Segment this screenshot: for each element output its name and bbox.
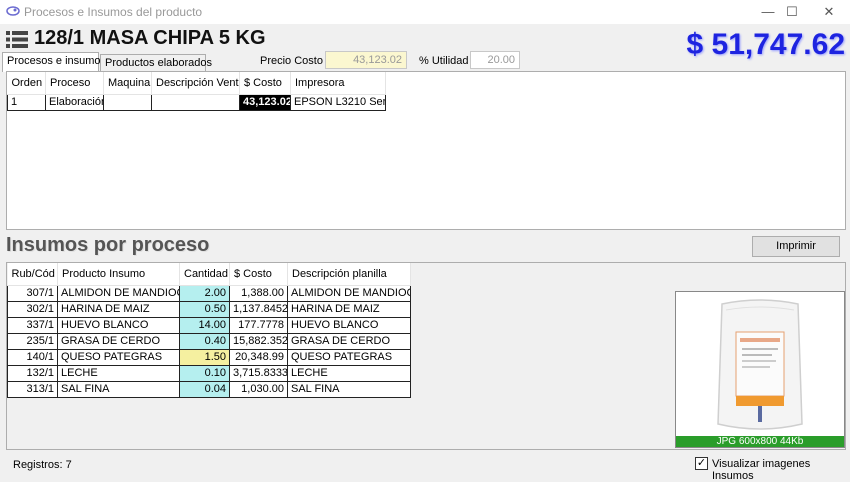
- cell-proceso[interactable]: Elaboración: [45, 93, 104, 111]
- cell-maquina[interactable]: [103, 93, 152, 111]
- cell-cantidad[interactable]: 0.40: [179, 332, 230, 350]
- cell-costo[interactable]: 1,388.00: [229, 284, 288, 302]
- cell-cantidad[interactable]: 2.00: [179, 284, 230, 302]
- insumos-header-row: Rub/Cód Producto Insumo Cantidad $ Costo…: [7, 263, 411, 286]
- table-row[interactable]: 302/1 HARINA DE MAIZ 0.50 1,137.8452 HARINA …: [7, 300, 411, 318]
- flour-bag-image: [717, 299, 803, 430]
- app-icon: [6, 6, 20, 16]
- cell-costo[interactable]: 20,348.99: [229, 348, 288, 366]
- col-producto-insumo[interactable]: Producto Insumo: [57, 263, 180, 286]
- utilidad-field[interactable]: 20.00: [470, 51, 520, 69]
- cell-descripcion-planilla[interactable]: SAL FINA: [287, 380, 411, 398]
- cell-costo[interactable]: 1,030.00: [229, 380, 288, 398]
- visualizar-imagenes-checkbox[interactable]: ✓: [695, 457, 708, 470]
- col-maquina[interactable]: Maquina: [103, 72, 152, 95]
- cell-descripcion-planilla[interactable]: ALMIDON DE MANDIOCA: [287, 284, 411, 302]
- cell-rub-cod[interactable]: 307/1: [7, 284, 58, 302]
- cell-producto-insumo[interactable]: LECHE: [57, 364, 180, 382]
- cell-costo[interactable]: 15,882.3529: [229, 332, 288, 350]
- cell-rub-cod[interactable]: 302/1: [7, 300, 58, 318]
- procesos-header-row: Orden Proceso Maquina Descripción Venta …: [7, 72, 386, 95]
- product-title: 128/1 MASA CHIPA 5 KG: [34, 27, 266, 49]
- cell-descripcion[interactable]: [151, 93, 240, 111]
- table-row[interactable]: 140/1 QUESO PATEGRAS 1.50 20,348.99 QUESO PA…: [7, 348, 411, 366]
- col-descripcion-planilla[interactable]: Descripción planilla: [287, 263, 411, 286]
- col-costo[interactable]: $ Costo: [239, 72, 291, 95]
- table-row[interactable]: 307/1 ALMIDON DE MANDIOCA 2.00 1,388.00 ALMI…: [7, 284, 411, 302]
- table-row[interactable]: 313/1 SAL FINA 0.04 1,030.00 SAL FINA: [7, 380, 411, 398]
- insumos-section-title: Insumos por proceso: [6, 234, 210, 256]
- cell-producto-insumo[interactable]: SAL FINA: [57, 380, 180, 398]
- cell-rub-cod[interactable]: 313/1: [7, 380, 58, 398]
- procesos-grid[interactable]: Orden Proceso Maquina Descripción Venta …: [6, 71, 846, 230]
- insumo-image-preview: JPG 600x800 44Kb: [675, 291, 845, 448]
- cell-producto-insumo[interactable]: HUEVO BLANCO: [57, 316, 180, 334]
- col-rub-cod[interactable]: Rub/Cód: [7, 263, 58, 286]
- sale-price-total: $ 51,747.62: [686, 28, 845, 61]
- col-impresora[interactable]: Impresora: [290, 72, 386, 95]
- cell-costo[interactable]: 1,137.8452: [229, 300, 288, 318]
- list-menu-icon[interactable]: [6, 31, 28, 48]
- cell-descripcion-planilla[interactable]: LECHE: [287, 364, 411, 382]
- table-row[interactable]: 132/1 LECHE 0.10 3,715.8333 LECHE: [7, 364, 411, 382]
- cell-costo[interactable]: 3,715.8333: [229, 364, 288, 382]
- cell-rub-cod[interactable]: 235/1: [7, 332, 58, 350]
- cell-cantidad[interactable]: 0.04: [179, 380, 230, 398]
- cell-costo[interactable]: 177.7778: [229, 316, 288, 334]
- table-row[interactable]: 235/1GRASA DE CERDO0.4015,882.3529GRASA …: [7, 332, 411, 350]
- cell-cantidad[interactable]: 0.10: [179, 364, 230, 382]
- col-orden[interactable]: Orden: [7, 72, 46, 95]
- print-button[interactable]: Imprimir: [752, 236, 840, 257]
- utilidad-label: % Utilidad: [419, 55, 469, 67]
- cell-rub-cod[interactable]: 337/1: [7, 316, 58, 334]
- table-row[interactable]: 337/1 HUEVO BLANCO 14.00 177.7778 HUEVO BLAN…: [7, 316, 411, 334]
- table-row[interactable]: 1 Elaboración 43,123.02 EPSON L3210 Seri…: [7, 93, 386, 111]
- cell-descripcion-planilla[interactable]: HUEVO BLANCO: [287, 316, 411, 334]
- cell-cantidad[interactable]: 1.50: [179, 348, 230, 366]
- record-count: Registros: 7: [13, 459, 72, 471]
- cell-descripcion-planilla[interactable]: QUESO PATEGRAS: [287, 348, 411, 366]
- cell-cantidad[interactable]: 0.50: [179, 300, 230, 318]
- close-button[interactable]: ✕: [806, 0, 850, 24]
- col-cantidad[interactable]: Cantidad: [179, 263, 230, 286]
- cell-producto-insumo[interactable]: GRASA DE CERDO: [57, 332, 180, 350]
- tab-procesos-insumos[interactable]: Procesos e insumos: [2, 52, 106, 72]
- cell-cantidad[interactable]: 14.00: [179, 316, 230, 334]
- visualizar-imagenes-label[interactable]: Visualizar imagenes Insumos: [712, 458, 850, 482]
- cell-descripcion-planilla[interactable]: GRASA DE CERDO: [287, 332, 411, 350]
- col-proceso[interactable]: Proceso: [45, 72, 104, 95]
- cell-producto-insumo[interactable]: QUESO PATEGRAS: [57, 348, 180, 366]
- cell-orden[interactable]: 1: [7, 93, 46, 111]
- title-bar: Procesos e Insumos del producto — ☐ ✕: [0, 0, 850, 24]
- cell-descripcion-planilla[interactable]: HARINA DE MAIZ: [287, 300, 411, 318]
- precio-costo-field[interactable]: 43,123.02: [325, 51, 407, 69]
- cell-rub-cod[interactable]: 132/1: [7, 364, 58, 382]
- col-descripcion-venta[interactable]: Descripción Venta: [151, 72, 240, 95]
- window-title: Procesos e Insumos del producto: [24, 5, 203, 19]
- tab-productos-elaborados[interactable]: Productos elaborados: [100, 54, 212, 72]
- precio-costo-label: Precio Costo: [260, 55, 323, 67]
- cell-costo-selected[interactable]: 43,123.02: [239, 93, 291, 111]
- image-caption: JPG 600x800 44Kb: [676, 436, 844, 447]
- cell-impresora[interactable]: EPSON L3210 Series: [290, 93, 386, 111]
- cell-producto-insumo[interactable]: HARINA DE MAIZ: [57, 300, 180, 318]
- col-costo[interactable]: $ Costo: [229, 263, 288, 286]
- cell-rub-cod[interactable]: 140/1: [7, 348, 58, 366]
- cell-producto-insumo[interactable]: ALMIDON DE MANDIOCA: [57, 284, 180, 302]
